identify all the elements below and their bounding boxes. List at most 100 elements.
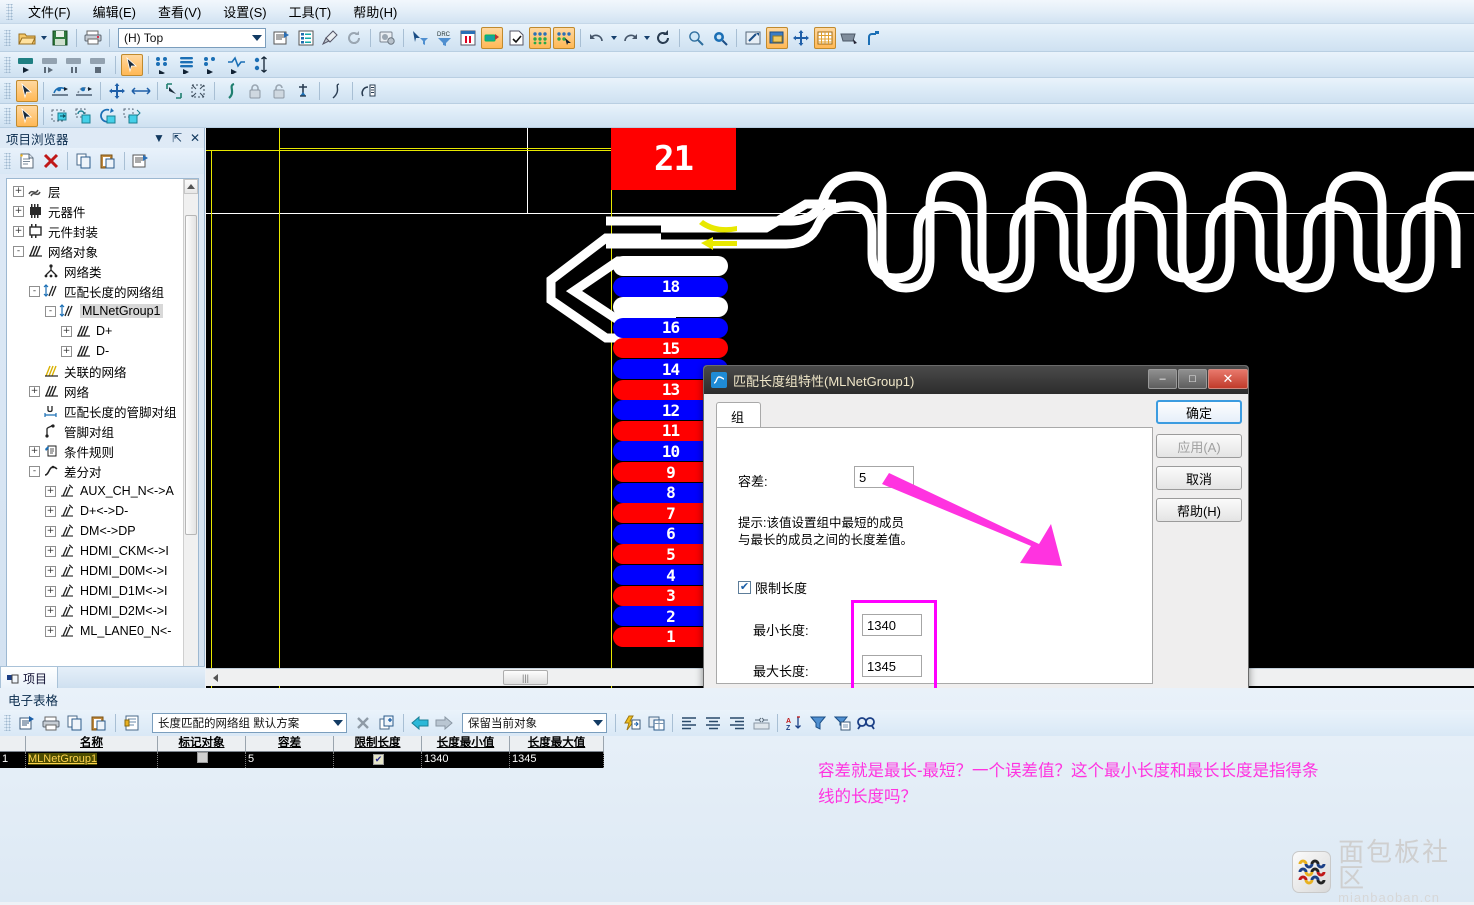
pads-select-icon[interactable] bbox=[553, 26, 575, 49]
properties-icon[interactable] bbox=[271, 27, 293, 49]
checkbox-box[interactable]: ✔ bbox=[738, 581, 751, 594]
move-icon[interactable] bbox=[790, 27, 812, 49]
tree-item-[interactable]: 关联的网络 bbox=[7, 361, 183, 381]
scheme-combo[interactable]: 长度匹配的网络组 默认方案 bbox=[152, 713, 347, 733]
net-end-icon[interactable] bbox=[202, 54, 224, 76]
zoom-in-icon[interactable] bbox=[685, 27, 707, 49]
save-icon[interactable] bbox=[49, 27, 71, 49]
expand-icon[interactable]: + bbox=[13, 225, 24, 237]
max-length-input[interactable] bbox=[862, 655, 922, 677]
select-box-icon[interactable] bbox=[187, 80, 209, 102]
route-icon[interactable] bbox=[862, 27, 884, 49]
cell-tolerance[interactable]: 5 bbox=[246, 752, 334, 768]
expand-icon[interactable]: + bbox=[61, 345, 72, 357]
tree-item-mlnetgroup1[interactable]: - MLNetGroup1 bbox=[7, 301, 183, 321]
expand-icon[interactable]: + bbox=[45, 625, 56, 637]
toolbar-grip[interactable] bbox=[4, 29, 11, 46]
cell-name[interactable]: MLNetGroup1 bbox=[26, 752, 158, 768]
new-doc-icon[interactable] bbox=[16, 150, 38, 172]
help-button[interactable]: 帮助(H) bbox=[1156, 498, 1242, 522]
open-file-dropdown[interactable] bbox=[39, 28, 48, 48]
undo-dropdown[interactable] bbox=[609, 28, 618, 48]
measure-icon[interactable] bbox=[457, 27, 479, 49]
properties-icon[interactable] bbox=[130, 150, 152, 172]
expand-icon[interactable]: + bbox=[45, 585, 56, 597]
expand-icon[interactable]: + bbox=[13, 185, 24, 197]
properties-icon[interactable] bbox=[16, 712, 38, 734]
zoom-area-icon[interactable] bbox=[709, 27, 731, 49]
select-corner-icon[interactable] bbox=[163, 80, 185, 102]
paste-place-icon[interactable] bbox=[73, 105, 95, 127]
delete-x-icon[interactable] bbox=[352, 712, 374, 734]
filter-icon[interactable] bbox=[807, 712, 829, 734]
tree-item-ml-lane0-n[interactable]: + ML_LANE0_N<- bbox=[7, 621, 183, 641]
chevron-down-icon[interactable] bbox=[333, 714, 343, 732]
lightning-icon[interactable] bbox=[621, 712, 643, 734]
undo-icon[interactable] bbox=[586, 27, 608, 49]
print-icon[interactable] bbox=[82, 27, 104, 49]
column-header[interactable]: 标记对象 bbox=[158, 736, 246, 752]
pin-icon[interactable]: ⇱ bbox=[168, 131, 186, 145]
tree-item-[interactable]: - 匹配长度的网络组 bbox=[7, 281, 183, 301]
pad-blank-0[interactable] bbox=[613, 256, 728, 276]
toolbar-grip[interactable] bbox=[4, 107, 11, 124]
tree-item-d[interactable]: + D- bbox=[7, 341, 183, 361]
tree-item-[interactable]: - 网络对象 bbox=[7, 241, 183, 261]
arc-route-icon[interactable] bbox=[49, 80, 71, 102]
column-header[interactable]: 长度最大值 bbox=[510, 736, 604, 752]
expand-icon[interactable]: + bbox=[61, 325, 72, 337]
minimize-button[interactable]: – bbox=[1148, 369, 1177, 389]
table-icon[interactable] bbox=[645, 712, 667, 734]
close-icon[interactable]: ✕ bbox=[186, 131, 204, 145]
diff-pair-icon[interactable] bbox=[226, 54, 248, 76]
anchor-icon[interactable] bbox=[292, 80, 314, 102]
object-combo[interactable]: 保留当前对象 bbox=[462, 713, 607, 733]
tree-item-[interactable]: + 网络 bbox=[7, 381, 183, 401]
play-stop-icon[interactable] bbox=[88, 54, 110, 76]
layer-combo[interactable]: (H) Top bbox=[118, 27, 266, 48]
tree-item-hdmi-ckm-i[interactable]: + HDMI_CKM<->I bbox=[7, 541, 183, 561]
lock-icon[interactable] bbox=[244, 80, 266, 102]
tree-item-[interactable]: 管脚对组 bbox=[7, 421, 183, 441]
tree-item-hdmi-d0m-i[interactable]: + HDMI_D0M<->I bbox=[7, 561, 183, 581]
toolbar-grip[interactable] bbox=[4, 56, 11, 73]
collapse-icon[interactable]: - bbox=[29, 465, 40, 477]
select-filter-icon[interactable] bbox=[409, 27, 431, 49]
curve-icon[interactable] bbox=[220, 80, 242, 102]
tab-project[interactable]: 项目 bbox=[0, 666, 59, 688]
tree-item-hdmi-d1m-i[interactable]: + HDMI_D1M<->I bbox=[7, 581, 183, 601]
flip-place-icon[interactable] bbox=[121, 105, 143, 127]
scroll-thumb[interactable] bbox=[185, 215, 197, 535]
bus-route-icon[interactable] bbox=[178, 54, 200, 76]
collapse-icon[interactable]: - bbox=[29, 285, 40, 297]
copy-icon[interactable] bbox=[64, 712, 86, 734]
redo-icon[interactable] bbox=[619, 27, 641, 49]
menu-item-file[interactable]: 文件(F) bbox=[17, 0, 82, 24]
menu-grip[interactable] bbox=[6, 3, 13, 20]
cell-limit-length-checkbox[interactable]: ✔ bbox=[334, 752, 422, 768]
align-left-icon[interactable] bbox=[678, 712, 700, 734]
forward-arrow-icon[interactable] bbox=[433, 712, 455, 734]
drc-icon[interactable]: DRC bbox=[433, 27, 455, 49]
collapse-icon[interactable]: - bbox=[45, 305, 56, 317]
tolerance-input[interactable] bbox=[854, 466, 914, 488]
move-h-icon[interactable] bbox=[130, 80, 152, 102]
grid-icon[interactable] bbox=[814, 26, 836, 49]
column-header[interactable]: 长度最小值 bbox=[422, 736, 510, 752]
expand-icon[interactable]: + bbox=[13, 205, 24, 217]
net-route-icon[interactable] bbox=[154, 54, 176, 76]
select-icon[interactable] bbox=[831, 712, 853, 734]
menu-item-help[interactable]: 帮助(H) bbox=[342, 0, 408, 24]
checkbox-box[interactable]: ✔ bbox=[373, 754, 384, 765]
min-length-input[interactable] bbox=[862, 614, 922, 636]
tree-item-d-d[interactable]: + D+<->D- bbox=[7, 501, 183, 521]
pad-blank-2[interactable] bbox=[613, 297, 728, 318]
tree-item-[interactable]: 匹配长度的管脚对组 bbox=[7, 401, 183, 421]
ok-button[interactable]: 确定 bbox=[1156, 400, 1242, 424]
expand-icon[interactable]: + bbox=[45, 565, 56, 577]
tree-item-d[interactable]: + D+ bbox=[7, 321, 183, 341]
pad-18[interactable]: 18 bbox=[613, 276, 728, 297]
camera-settings-icon[interactable] bbox=[376, 27, 398, 49]
tree-item-hdmi-d2m-i[interactable]: + HDMI_D2M<->I bbox=[7, 601, 183, 621]
cancel-button[interactable]: 取消 bbox=[1156, 466, 1242, 490]
